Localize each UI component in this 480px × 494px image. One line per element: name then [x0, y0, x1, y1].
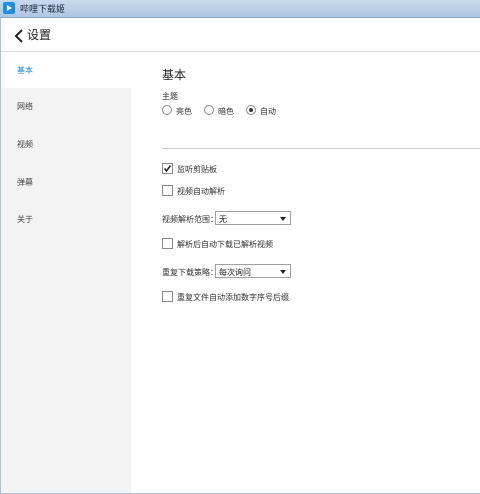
parse-scope-value: 无 — [219, 215, 227, 224]
back-arrow-icon[interactable] — [13, 28, 25, 43]
sidebar-item-label: 弹幕 — [17, 178, 33, 187]
window-titlebar: 哔哩下载姬 — [0, 0, 480, 18]
auto-parse-label: 视频自动解析 — [177, 187, 225, 196]
app-logo-icon — [3, 2, 15, 14]
numeric-suffix-checkbox[interactable] — [162, 291, 173, 302]
duplicate-strategy-select[interactable]: 每次询问 — [215, 264, 291, 278]
theme-label: 主题 — [162, 92, 178, 101]
settings-window: 设置 基本 网络 视频 弹幕 关于 基本 主题 亮色 暗色 自动 监听剪贴板 视… — [1, 18, 480, 493]
sidebar-item-label: 视频 — [17, 140, 33, 149]
sidebar-item-danmaku[interactable]: 弹幕 — [1, 164, 131, 200]
theme-light-radio[interactable] — [162, 105, 172, 115]
settings-header: 设置 — [1, 18, 480, 52]
settings-sidebar: 基本 网络 视频 弹幕 关于 — [1, 52, 131, 493]
sidebar-item-about[interactable]: 关于 — [1, 201, 131, 237]
section-divider — [162, 148, 480, 149]
sidebar-item-network[interactable]: 网络 — [1, 88, 131, 124]
section-title: 基本 — [162, 68, 187, 82]
page-title: 设置 — [27, 28, 52, 42]
auto-download-label: 解析后自动下载已解析视频 — [177, 240, 273, 249]
auto-parse-checkbox[interactable] — [162, 185, 173, 196]
sidebar-item-basic[interactable]: 基本 — [1, 52, 131, 88]
chevron-down-icon — [280, 217, 286, 221]
auto-download-checkbox[interactable] — [162, 238, 173, 249]
sidebar-item-label: 网络 — [17, 102, 33, 111]
theme-auto-label: 自动 — [260, 107, 276, 116]
sidebar-item-video[interactable]: 视频 — [1, 126, 131, 162]
settings-content: 基本 主题 亮色 暗色 自动 监听剪贴板 视频自动解析 视频解析范围： 无 解析… — [131, 52, 480, 493]
parse-scope-label: 视频解析范围： — [162, 215, 218, 224]
theme-light-label: 亮色 — [176, 107, 192, 116]
numeric-suffix-label: 重复文件自动添加数字序号后缀 — [177, 293, 289, 302]
sidebar-item-label: 关于 — [17, 215, 33, 224]
theme-dark-radio[interactable] — [204, 105, 214, 115]
chevron-down-icon — [280, 270, 286, 274]
duplicate-strategy-value: 每次询问 — [219, 268, 251, 277]
monitor-clipboard-label: 监听剪贴板 — [177, 165, 217, 174]
duplicate-strategy-label: 重复下载策略： — [162, 268, 218, 277]
theme-auto-radio[interactable] — [246, 105, 256, 115]
parse-scope-select[interactable]: 无 — [215, 211, 291, 225]
sidebar-item-label: 基本 — [17, 66, 33, 75]
window-title: 哔哩下载姬 — [20, 5, 66, 15]
theme-dark-label: 暗色 — [218, 107, 234, 116]
monitor-clipboard-checkbox[interactable] — [162, 163, 173, 174]
